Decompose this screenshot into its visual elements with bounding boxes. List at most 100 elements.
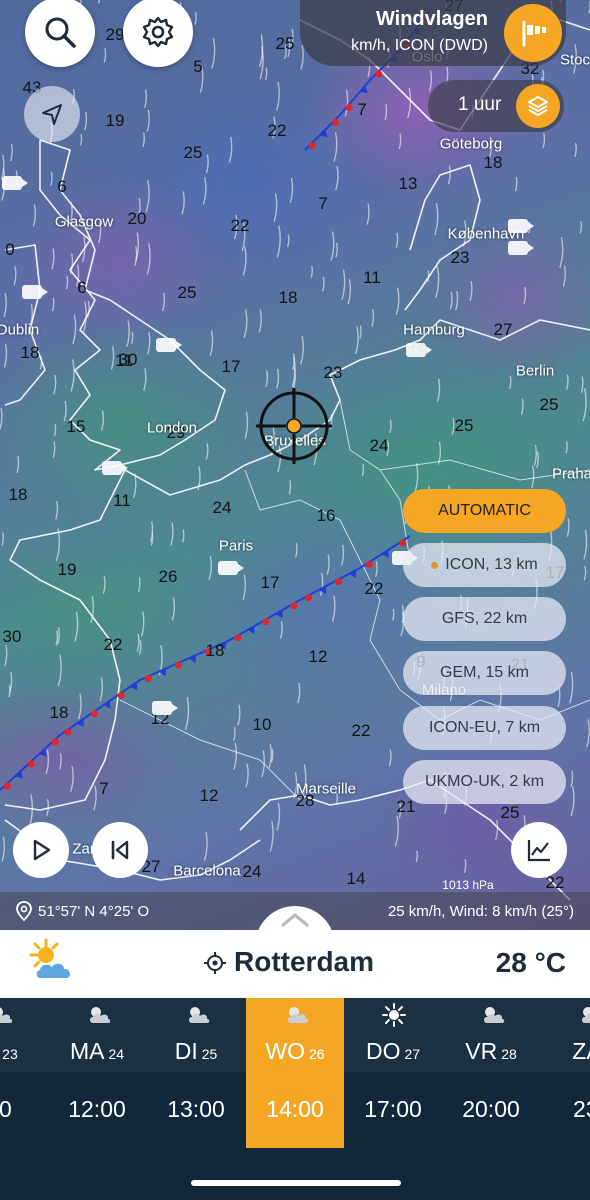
wind-streak [289,177,294,204]
day-tab[interactable]: WO 26 [246,998,344,1072]
wind-streak [53,424,57,437]
crosshair-icon[interactable] [256,388,332,464]
wind-streak [514,176,518,192]
wind-streak [233,742,238,771]
wind-streak [171,597,176,621]
wind-streak [533,444,538,466]
hour-tab[interactable]: 23: [540,1072,590,1148]
wind-streak [435,266,440,298]
wind-streak [74,611,79,642]
wind-streak [523,286,527,304]
webcam-icon[interactable] [156,338,182,352]
model-icon-eu-button[interactable]: ICON-EU, 7 km [403,706,566,750]
wind-streak [182,529,185,543]
webcam-icon[interactable] [508,219,534,233]
webcam-icon[interactable] [152,701,178,715]
wind-streak [211,37,216,69]
layer-selector[interactable]: Windvlagen km/h, ICON (DWD) [300,0,566,66]
layers-icon[interactable] [516,84,560,128]
location-bar[interactable]: Rotterdam 28 °C [0,930,590,998]
wind-streak [53,374,57,395]
webcam-icon[interactable] [406,343,432,357]
wind-streak [194,12,197,25]
time-step-selector[interactable]: 1 uur [428,80,564,132]
webcam-icon[interactable] [22,285,48,299]
wind-streak [570,786,575,817]
location-pin-icon [16,901,32,921]
city-label: London [146,419,198,437]
hour-tab[interactable]: 20:00 [442,1072,540,1148]
wind-speed-label: 18 [8,485,28,504]
wind-streak [279,621,283,639]
wind-streak [394,815,399,847]
wind-streak [0,407,3,430]
wind-streak [570,770,574,787]
front-symbol [117,691,125,699]
wind-streak [140,611,145,637]
day-tab[interactable]: DO 27 [344,998,442,1072]
location-name[interactable]: Rotterdam [234,946,374,978]
layer-subtitle: km/h, ICON (DWD) [351,37,488,54]
model-icon-button[interactable]: ICON, 13 km [403,543,566,587]
hour-tab[interactable]: 17:00 [344,1072,442,1148]
day-tab[interactable]: O23 [0,998,48,1072]
webcam-icon[interactable] [218,561,244,575]
front-symbol [332,118,340,126]
wind-speed-label: 20 [127,209,147,228]
wind-speed-label: 24 [242,862,262,881]
hour-tab[interactable]: 14:00 [246,1072,344,1148]
wind-speed-label: 22 [103,635,123,654]
wind-streak [138,640,142,655]
wind-speed-label: 18 [483,153,503,172]
webcam-icon[interactable] [2,176,28,190]
model-gem-button[interactable]: GEM, 15 km [403,651,566,695]
webcam-icon[interactable] [102,461,128,475]
model-ukmo-button[interactable]: UKMO-UK, 2 km [403,760,566,804]
wind-speed-label: 23 [323,363,343,382]
day-tab[interactable]: DI 25 [147,998,245,1072]
hour-tab[interactable]: 00 [0,1072,48,1148]
model-gfs-button[interactable]: GFS, 22 km [403,597,566,641]
my-location-button[interactable] [24,86,80,142]
wind-streak [276,225,281,258]
wind-streak [65,275,69,290]
wind-streak [134,246,138,267]
wind-streak [273,193,278,222]
play-button[interactable] [13,822,69,878]
wind-speed-label: 25 [454,416,474,435]
wind-map[interactable]: 2527529324319722251861320227062325181118… [0,0,590,930]
wind-speed-label: 22 [267,121,287,140]
wind-streak [300,335,304,365]
wind-streak [276,368,280,389]
wind-streak [300,45,304,70]
day-tab[interactable]: MA 24 [48,998,146,1072]
skip-back-button[interactable] [92,822,148,878]
wind-streak [242,246,247,276]
model-automatic-button[interactable]: AUTOMATIC [403,489,566,533]
front-symbol [174,661,182,669]
front-symbol [64,728,72,736]
webcam-icon[interactable] [508,241,534,255]
wind-streak [509,375,512,389]
wind-streak [147,331,151,355]
day-tab[interactable]: VR 28 [442,998,540,1072]
day-tab[interactable]: ZA [540,998,590,1072]
wind-streak [326,554,330,575]
wind-streak [495,819,499,841]
wind-gust-icon[interactable] [504,4,562,62]
wind-speed-label: 27 [493,320,513,339]
settings-button[interactable] [123,0,193,67]
search-button[interactable] [25,0,95,67]
chart-button[interactable] [511,822,567,878]
wind-speed-label: 19 [105,111,125,130]
hour-tab[interactable]: 12:00 [48,1072,146,1148]
wind-streak [55,630,59,646]
wind-streak [103,47,107,63]
city-label: Paris [218,537,254,555]
wind-streak [57,654,62,687]
wind-speed-label: 18 [278,288,298,307]
wind-streak [13,266,17,286]
wind-streak [162,292,166,312]
hour-tab[interactable]: 13:00 [147,1072,245,1148]
wind-streak [70,359,75,392]
